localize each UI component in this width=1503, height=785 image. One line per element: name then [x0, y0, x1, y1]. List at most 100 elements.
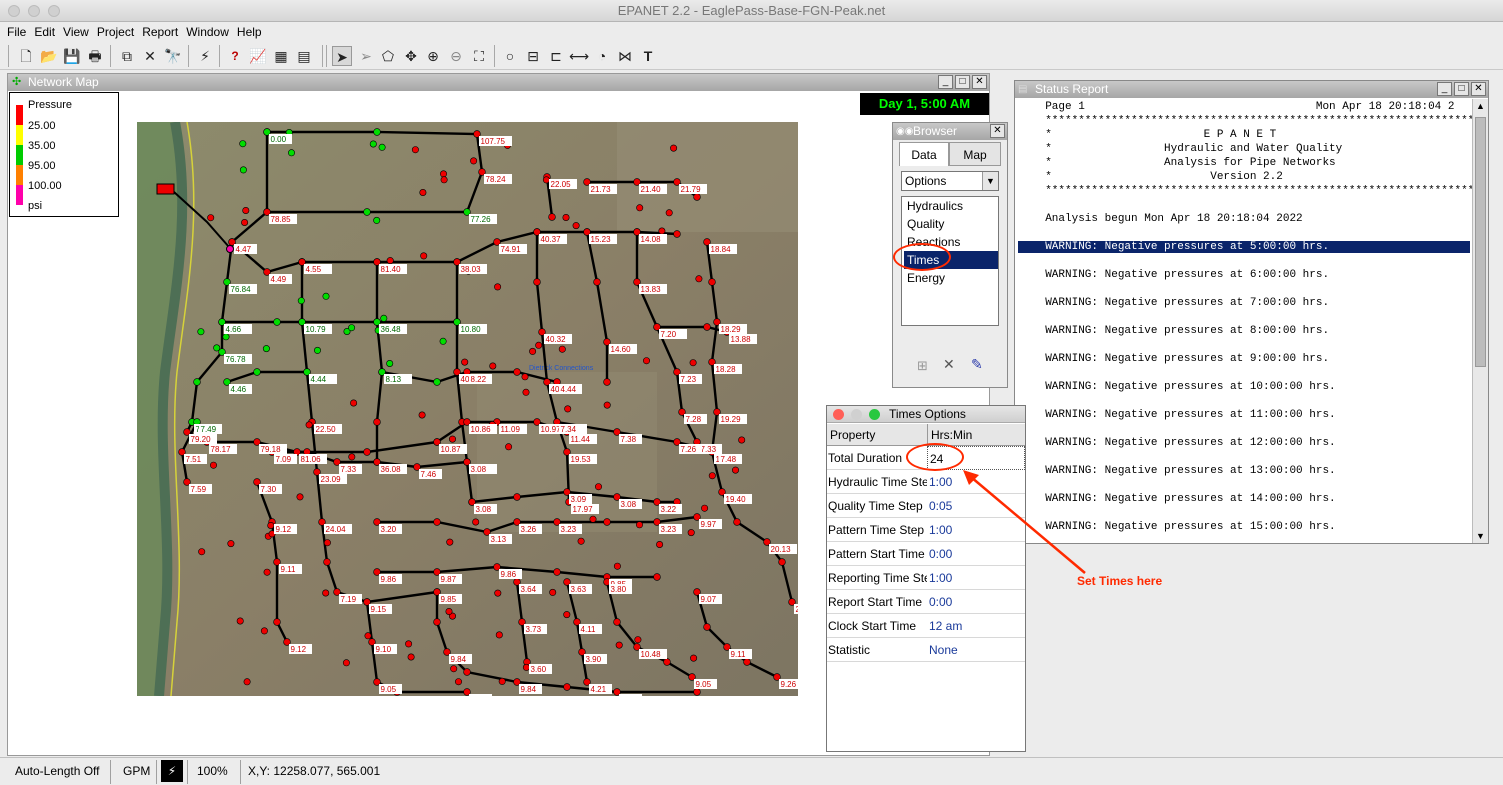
report-line[interactable]: Page 1 Mon Apr 18 20:18:04 2 [1032, 101, 1454, 113]
simulation-time-display[interactable]: Day 1, 5:00 AM [860, 93, 989, 115]
report-maximize-icon[interactable]: □ [1454, 82, 1469, 96]
junction-node[interactable] [297, 297, 305, 305]
add-item-icon[interactable]: ⊞ [917, 358, 928, 374]
junction-node[interactable] [263, 568, 271, 576]
junction-node[interactable] [505, 443, 513, 451]
junction-node[interactable] [364, 632, 372, 640]
junction-node[interactable] [446, 538, 454, 546]
add-pump-icon[interactable]: ◔ [592, 46, 612, 66]
junction-node[interactable] [656, 540, 664, 548]
pressure-legend[interactable]: Pressure 25.00 35.00 95.00 100.00 psi [9, 92, 119, 217]
junction-node[interactable] [522, 663, 530, 671]
zoom-in-icon[interactable]: ⊕ [423, 46, 443, 66]
add-valve-icon[interactable]: ⋈ [615, 46, 635, 66]
report-line[interactable]: * E P A N E T [1032, 129, 1276, 141]
junction-node[interactable] [663, 658, 671, 666]
junction-node[interactable] [411, 146, 419, 154]
property-value[interactable]: 12 am [927, 614, 1025, 638]
junction-node[interactable] [513, 368, 521, 376]
junction-node[interactable] [549, 588, 557, 596]
junction-node[interactable] [260, 627, 268, 635]
save-file-icon[interactable]: 💾 [62, 46, 82, 66]
report-line[interactable]: * Hydraulic and Water Quality [1032, 143, 1342, 155]
query-icon[interactable]: ? [225, 46, 245, 66]
junction-node[interactable] [603, 378, 611, 386]
report-line[interactable]: WARNING: Negative pressures at 5:00:00 h… [1018, 241, 1470, 253]
graph-icon[interactable]: 📈 [248, 46, 268, 66]
junction-node[interactable] [323, 539, 331, 547]
junction-node[interactable] [689, 359, 697, 367]
junction-node[interactable] [433, 518, 441, 526]
times-row[interactable]: Statistic None [827, 638, 1025, 662]
add-tank-icon[interactable]: ⊏ [546, 46, 566, 66]
junction-node[interactable] [577, 537, 585, 545]
junction-node[interactable] [593, 278, 601, 286]
junction-node[interactable] [418, 411, 426, 419]
junction-node[interactable] [369, 140, 377, 148]
junction-node[interactable] [703, 623, 711, 631]
junction-node[interactable] [239, 140, 247, 148]
junction-node[interactable] [733, 518, 741, 526]
junction-node[interactable] [373, 216, 381, 224]
junction-node[interactable] [635, 521, 643, 529]
junction-node[interactable] [222, 333, 230, 341]
report-minimize-icon[interactable]: _ [1437, 82, 1452, 96]
select-region-icon[interactable]: ⬠ [378, 46, 398, 66]
junction-node[interactable] [440, 176, 448, 184]
junction-node[interactable] [553, 568, 561, 576]
junction-node[interactable] [548, 213, 556, 221]
junction-node[interactable] [454, 678, 462, 686]
junction-node[interactable] [242, 207, 250, 215]
junction-node[interactable] [670, 144, 678, 152]
scroll-down-icon[interactable]: ▼ [1476, 531, 1485, 541]
junction-node[interactable] [433, 618, 441, 626]
junction-node[interactable] [695, 275, 703, 283]
junction-node[interactable] [470, 157, 478, 165]
report-line[interactable]: * Analysis for Pipe Networks [1032, 157, 1335, 169]
junction-node[interactable] [207, 214, 215, 222]
junction-node[interactable] [433, 378, 441, 386]
junction-node[interactable] [687, 529, 695, 537]
report-scrollbar[interactable]: ▲ ▼ [1472, 99, 1488, 543]
junction-node[interactable] [380, 314, 388, 322]
tab-data[interactable]: Data [899, 142, 949, 166]
junction-node[interactable] [743, 658, 751, 666]
junction-node[interactable] [386, 257, 394, 265]
options-icon[interactable]: ▤ [294, 46, 314, 66]
junction-node[interactable] [489, 362, 497, 370]
junction-node[interactable] [213, 344, 221, 352]
junction-node[interactable] [533, 278, 541, 286]
junction-node[interactable] [296, 493, 304, 501]
browser-item-quality[interactable]: Quality [904, 215, 998, 233]
maximize-icon[interactable]: □ [955, 75, 970, 89]
junction-node[interactable] [373, 418, 381, 426]
junction-node[interactable] [495, 631, 503, 639]
junction-node[interactable] [563, 611, 571, 619]
junction-node[interactable] [529, 347, 537, 355]
junction-node[interactable] [521, 373, 529, 381]
junction-node[interactable] [564, 405, 572, 413]
menu-edit[interactable]: Edit [30, 22, 59, 42]
browser-titlebar[interactable]: ◉◉ Browser ✕ [893, 123, 1007, 140]
report-line[interactable]: ****************************************… [1032, 185, 1472, 197]
print-icon[interactable]: 🖶 [85, 46, 105, 66]
junction-node[interactable] [386, 360, 394, 368]
junction-node[interactable] [563, 683, 571, 691]
junction-node[interactable] [522, 388, 530, 396]
zoom-window-button[interactable] [48, 5, 60, 17]
new-file-icon[interactable]: 🗋 [16, 46, 36, 66]
junction-node[interactable] [236, 617, 244, 625]
junction-node[interactable] [405, 640, 413, 648]
junction-node[interactable] [450, 665, 458, 673]
minimize-window-button[interactable] [28, 5, 40, 17]
junction-node[interactable] [448, 435, 456, 443]
close-window-button[interactable] [8, 5, 20, 17]
chevron-down-icon[interactable]: ▼ [982, 172, 998, 190]
table-icon[interactable]: ▦ [271, 46, 291, 66]
junction-node[interactable] [227, 540, 235, 548]
report-close-icon[interactable]: ✕ [1471, 82, 1486, 96]
browser-item-hydraulics[interactable]: Hydraulics [904, 197, 998, 215]
junction-node[interactable] [731, 466, 739, 474]
scroll-up-icon[interactable]: ▲ [1476, 101, 1485, 111]
network-svg[interactable]: Dietrick Connections 0.00 107.75 78.24 77.2… [137, 122, 798, 696]
